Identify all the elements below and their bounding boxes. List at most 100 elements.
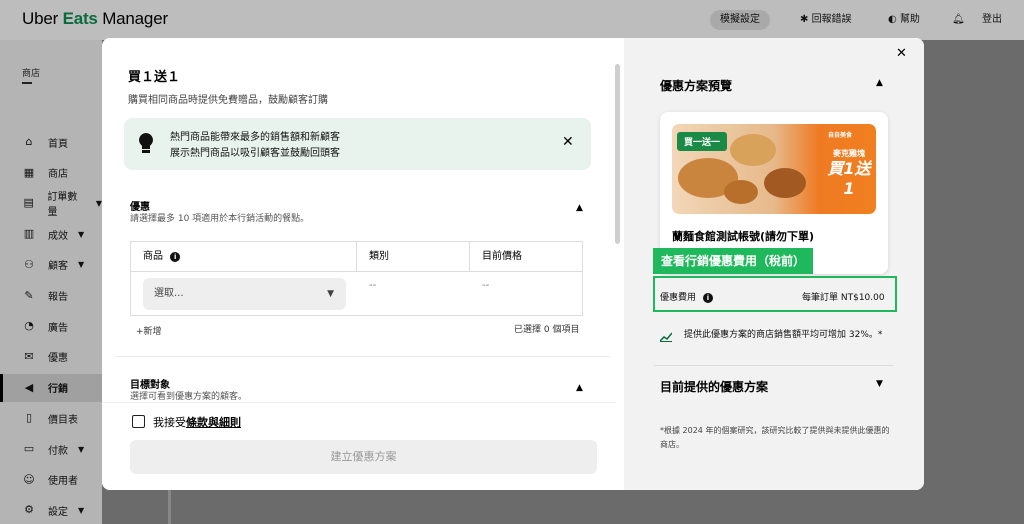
modal-title: 買１送１: [128, 70, 181, 85]
promo-banner-image: 買一送一 自自美食 麥克雞塊 買1送1: [672, 124, 876, 214]
table-header-price: 目前價格: [470, 242, 582, 272]
selected-count: 已選擇 0 個項目: [514, 325, 580, 335]
top-bar: Uber Eats Manager 模擬設定 ✱ 回報錯誤 ◐ 幫助 🔔︎ 登出: [0, 0, 1024, 40]
sidebar-item-7[interactable]: ✉ 優惠: [0, 343, 102, 371]
sidebar-item-label: 商店: [48, 169, 68, 181]
preview-chevron-up-icon[interactable]: ▲: [876, 78, 883, 88]
tip-banner: 熱門商品能帶來最多的銷售額和新顧客 展示熱門商品以吸引顧客並鼓勵回頭客 ✕: [124, 118, 591, 170]
fee-value: 每筆訂單 NT$10.00: [802, 293, 885, 303]
bogo-badge: 買一送一: [677, 132, 728, 151]
home-icon: ⌂: [25, 135, 33, 148]
chevron-down-icon: ▼: [78, 505, 85, 515]
sidebar-item-label: 行銷: [48, 384, 68, 396]
category-cell: --: [369, 280, 377, 291]
modal-footer: 我接受條款與細則 建立優惠方案: [102, 402, 616, 490]
sidebar-item-4[interactable]: ⚇ 顧客 ▼: [0, 251, 102, 279]
sidebar-item-label: 使用者: [48, 476, 78, 488]
help-link[interactable]: ◐ 幫助: [888, 10, 920, 30]
fee-callout-label: 查看行銷優惠費用（稅前）: [653, 248, 814, 274]
add-item-link[interactable]: +新增: [136, 324, 162, 337]
current-offers-chevron-down-icon[interactable]: ▼: [876, 379, 883, 389]
sidebar: 商店 ⌂ 首頁 ▦ 商店 ▤ 訂單數量 ▼ ▥ 成效 ▼ ⚇ 顧客 ▼ ✎ 報告 ◔ 廣告 ✉ 優惠 ◀ 行銷 ▯ 價目表 ▭…: [0, 40, 102, 524]
sidebar-item-1[interactable]: ▦ 商店: [0, 159, 102, 187]
lightbulb-icon: [139, 133, 153, 153]
tip-line-2: 展示熱門商品以吸引顧客並鼓勵回頭客: [170, 148, 340, 159]
store-selector[interactable]: [22, 82, 32, 84]
store-icon: ▦: [23, 165, 35, 179]
performance-icon: ▥: [23, 227, 35, 241]
chevron-down-icon: ▼: [78, 260, 85, 270]
settings-icon: ⚙: [24, 503, 34, 517]
reports-icon: ✎: [24, 288, 34, 302]
sidebar-item-label: 付款: [48, 445, 68, 457]
collapse-offer-chevron-up-icon[interactable]: ▲: [576, 203, 583, 213]
promo-text: 麥克雞塊 買1送1: [827, 149, 871, 198]
collapse-target-chevron-up-icon[interactable]: ▲: [576, 383, 583, 393]
sidebar-item-label: 廣告: [48, 322, 68, 334]
sidebar-item-label: 價目表: [48, 414, 78, 426]
sidebar-item-6[interactable]: ◔ 廣告: [0, 312, 102, 340]
info-icon[interactable]: i: [702, 293, 713, 303]
sidebar-item-9[interactable]: ▯ 價目表: [0, 404, 102, 432]
bug-icon: ✱: [800, 14, 812, 25]
terms-label: 我接受條款與細則: [153, 416, 241, 429]
sales-lift-text: 提供此優惠方案的商店銷售額平均可增加 32%。*: [684, 330, 883, 340]
trend-up-icon: [660, 332, 672, 342]
sidebar-item-0[interactable]: ⌂ 首頁: [0, 128, 102, 156]
chevron-down-icon: ▼: [78, 229, 85, 239]
preview-title: 優惠方案預覽: [660, 79, 733, 93]
chevron-down-icon: ▼: [327, 289, 334, 299]
sidebar-item-label: 成效: [48, 230, 68, 242]
logout-link[interactable]: 登出: [982, 10, 1002, 30]
sidebar-item-label: 報告: [48, 292, 68, 303]
sidebar-item-label: 顧客: [48, 261, 68, 273]
tip-close-icon[interactable]: ✕: [562, 134, 574, 150]
sidebar-item-10[interactable]: ▭ 付款 ▼: [0, 435, 102, 463]
menu-icon: ▯: [25, 411, 33, 425]
footnote: *根據 2024 年的個案研究，該研究比較了提供與未提供此優惠的商店。: [660, 426, 890, 449]
uber-eats-manager-logo[interactable]: Uber Eats Manager: [22, 9, 168, 29]
ads-icon: ◔: [24, 319, 34, 333]
create-offer-button[interactable]: 建立優惠方案: [130, 440, 597, 474]
sidebar-item-12[interactable]: ⚙ 設定 ▼: [0, 496, 102, 524]
terms-checkbox[interactable]: [132, 415, 145, 428]
price-cell: --: [482, 280, 490, 291]
terms-link[interactable]: 條款與細則: [186, 416, 241, 429]
sidebar-item-11[interactable]: ☺ 使用者: [0, 466, 102, 494]
current-offers-title: 目前提供的優惠方案: [660, 380, 769, 394]
promo-brand: 自自美食: [828, 132, 853, 139]
help-icon: ◐: [888, 14, 900, 25]
notification-bell-icon[interactable]: 🔔︎: [952, 10, 965, 30]
payments-icon: ▭: [23, 442, 35, 455]
tip-line-1: 熱門商品能帶來最多的銷售額和新顧客: [170, 132, 340, 143]
sidebar-item-label: 訂單數量: [47, 192, 78, 219]
simulation-settings-button[interactable]: 模擬設定: [710, 10, 770, 30]
users-icon: ☺: [23, 472, 35, 486]
background-divider: [168, 490, 171, 524]
sidebar-item-label: 優惠: [48, 353, 68, 365]
sidebar-item-label: 設定: [48, 506, 68, 518]
offer-section-desc: 請選擇最多 10 項適用於本行銷活動的餐點。: [130, 214, 310, 224]
table-header-item: 商品 i: [131, 242, 357, 272]
report-bug-link[interactable]: ✱ 回報錯誤: [800, 10, 852, 30]
sidebar-item-5[interactable]: ✎ 報告: [0, 282, 102, 310]
store-label: 商店: [22, 69, 41, 79]
customers-icon: ⚇: [24, 257, 34, 271]
table-header-category: 類別: [357, 242, 470, 272]
sidebar-item-2[interactable]: ▤ 訂單數量 ▼: [0, 189, 102, 219]
preview-divider: [654, 365, 894, 366]
chevron-down-icon: ▼: [78, 444, 85, 454]
modal-subtitle: 購買相同商品時提供免費贈品，鼓勵顧客訂購: [128, 95, 328, 106]
scrollbar[interactable]: [615, 64, 620, 244]
close-icon[interactable]: ✕: [896, 46, 907, 61]
section-divider: [116, 356, 610, 357]
target-section-desc: 選擇可看到優惠方案的顧客。: [130, 392, 248, 402]
offer-preview-panel: ✕ 優惠方案預覽 ▲ 買一送一 自自美食 麥克雞塊 買1送1 蘭麵食館測試帳號(請…: [624, 38, 924, 490]
sidebar-item-3[interactable]: ▥ 成效 ▼: [0, 220, 102, 248]
marketing-icon: ◀: [24, 380, 34, 394]
sidebar-item-8[interactable]: ◀ 行銷: [0, 373, 102, 402]
item-select-dropdown[interactable]: 選取... ▼: [143, 278, 346, 310]
info-icon[interactable]: i: [170, 252, 181, 262]
offers-icon: ✉: [24, 349, 34, 363]
create-offer-modal: 買１送１ 購買相同商品時提供免費贈品，鼓勵顧客訂購 熱門商品能帶來最多的銷售額和…: [102, 38, 924, 490]
